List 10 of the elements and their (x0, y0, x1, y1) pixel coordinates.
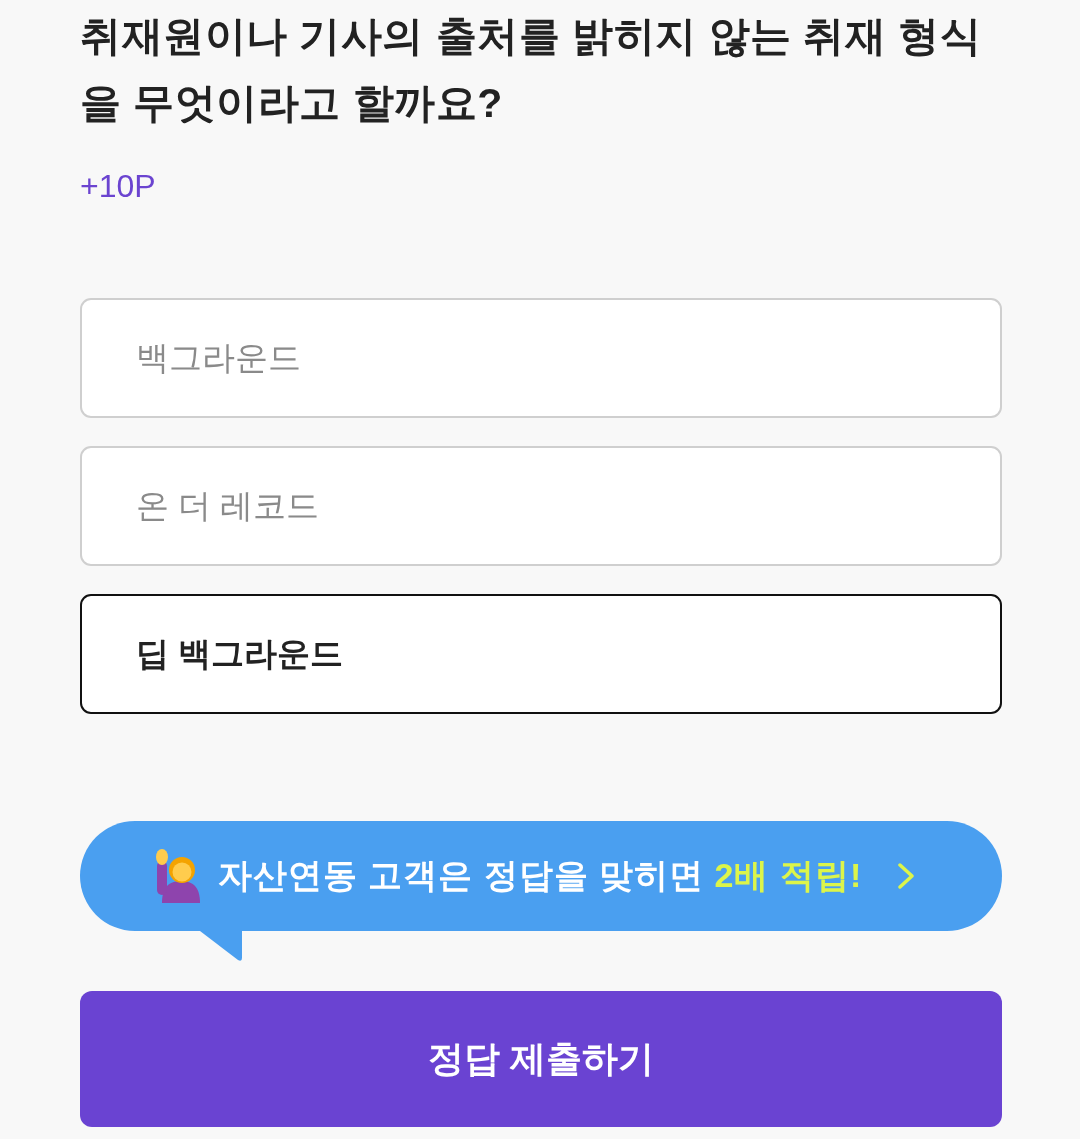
answer-option[interactable]: 딥 백그라운드 (80, 594, 1002, 714)
speech-bubble-tail (200, 931, 242, 962)
submit-button[interactable]: 정답 제출하기 (80, 991, 1002, 1127)
chevron-right-icon (898, 863, 915, 889)
answer-option[interactable]: 온 더 레코드 (80, 446, 1002, 566)
promo-text: 자산연동 고객은 정답을 맞히면 2배 적립! (217, 855, 863, 896)
reward-points: +10P (80, 167, 156, 206)
answer-option[interactable]: 백그라운드 (80, 298, 1002, 418)
question-text: 취재원이나 기사의 출처를 밝히지 않는 취재 형식을 무엇이라고 할까요? (80, 12, 983, 128)
speech-bubble-banner[interactable]: 자산연동 고객은 정답을 맞히면 2배 적립! (80, 821, 1002, 931)
